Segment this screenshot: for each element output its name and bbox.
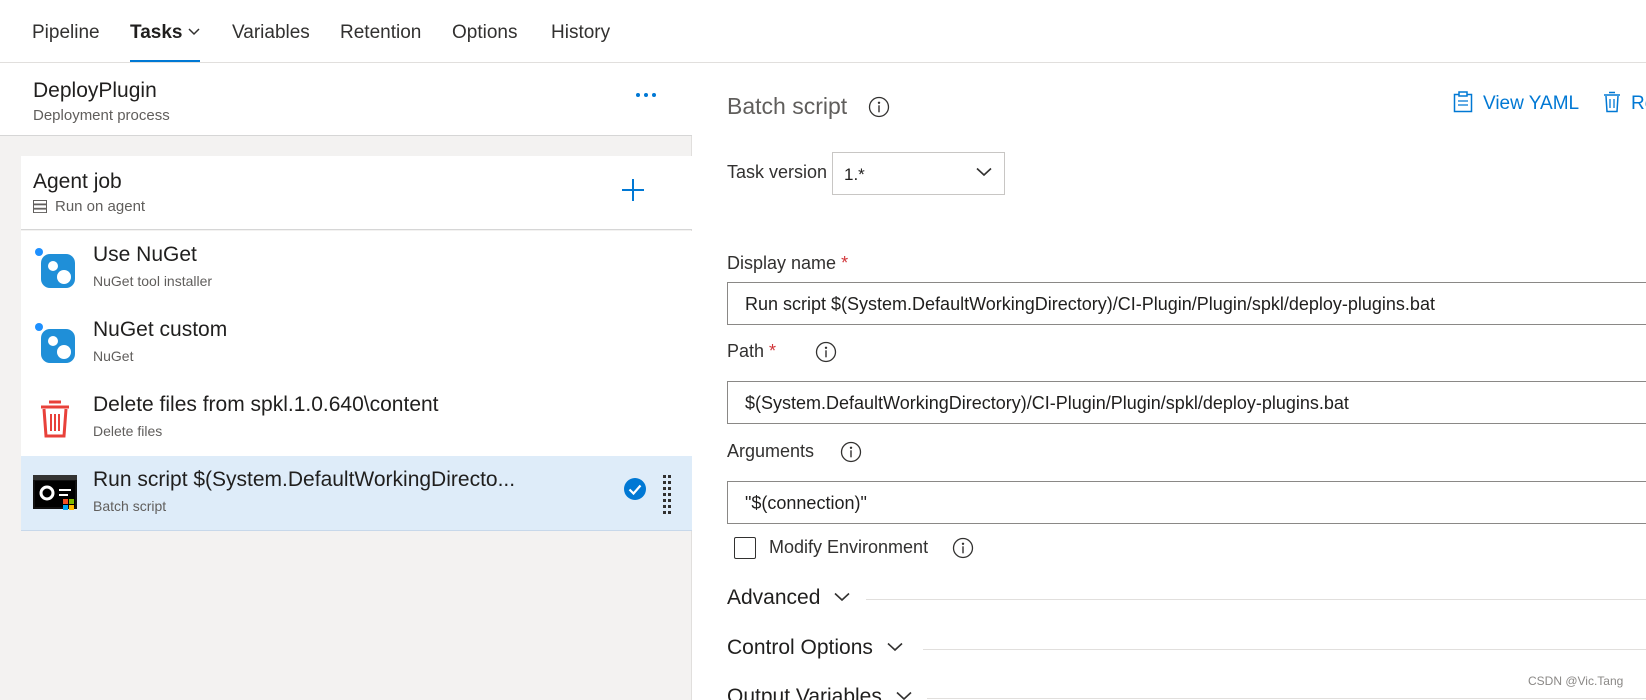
task-item-run-script[interactable]: Run script $(System.DefaultWorkingDirect… [21, 456, 692, 531]
chevron-down-icon [976, 167, 992, 177]
task-item-use-nuget[interactable]: Use NuGet NuGet tool installer [21, 231, 692, 306]
display-name-field[interactable]: Run script $(System.DefaultWorkingDirect… [727, 282, 1646, 325]
more-options-button[interactable] [632, 85, 660, 105]
required-mark: * [841, 253, 849, 273]
remove-label: Re [1631, 93, 1646, 114]
clipboard-icon [1453, 91, 1473, 113]
tab-variables-label: Variables [232, 22, 310, 43]
info-icon[interactable] [840, 441, 862, 463]
tab-retention[interactable]: Retention [340, 22, 421, 62]
tab-history[interactable]: History [551, 22, 610, 62]
path-label-text: Path [727, 341, 765, 361]
agent-job[interactable]: Agent job Run on agent [21, 156, 692, 230]
tab-retention-label: Retention [340, 22, 422, 43]
drag-handle-icon[interactable] [662, 474, 672, 514]
task-type: Delete files [93, 423, 163, 439]
tab-variables[interactable]: Variables [232, 22, 310, 62]
agent-job-title: Agent job [33, 170, 122, 193]
advanced-section-title: Advanced [727, 586, 850, 610]
task-version-label: Task version [727, 162, 828, 182]
control-options-section[interactable]: Control Options [727, 636, 1646, 664]
control-options-section-title: Control Options [727, 636, 903, 660]
chevron-down-icon [834, 592, 850, 602]
remove-button[interactable]: Re [1603, 91, 1646, 115]
task-name: Run script $(System.DefaultWorkingDirect… [93, 468, 516, 491]
section-divider [866, 599, 1646, 600]
info-icon[interactable] [868, 96, 890, 118]
trash-icon [41, 400, 69, 438]
process-header[interactable]: DeployPlugin Deployment process [0, 63, 692, 136]
chevron-down-icon [896, 691, 912, 700]
modify-environment-checkbox[interactable] [734, 537, 756, 559]
server-icon [33, 200, 47, 213]
details-title: Batch script [727, 93, 848, 119]
tab-pipeline-label: Pipeline [32, 22, 100, 43]
tab-pipeline[interactable]: Pipeline [32, 22, 100, 62]
control-options-label: Control Options [727, 636, 873, 659]
task-version-value: 1.* [844, 165, 865, 184]
output-variables-section[interactable]: Output Variables [727, 685, 1646, 700]
chevron-down-icon [188, 28, 200, 36]
task-type: Batch script [93, 498, 167, 514]
section-divider [927, 698, 1646, 699]
watermark: CSDN @Vic.Tang [1528, 674, 1624, 688]
agent-job-subtitle-text: Run on agent [55, 198, 146, 215]
display-name-label-text: Display name [727, 253, 837, 273]
display-name-value: Run script $(System.DefaultWorkingDirect… [745, 294, 1435, 314]
nuget-icon [35, 323, 75, 363]
info-icon[interactable] [952, 537, 974, 559]
task-version-select[interactable]: 1.* [832, 152, 1005, 195]
task-name: NuGet custom [93, 318, 228, 341]
output-variables-label: Output Variables [727, 685, 882, 700]
top-tab-bar: Pipeline Tasks Variables Retention Optio… [0, 0, 1646, 63]
task-name: Use NuGet [93, 243, 197, 266]
tab-history-label: History [551, 22, 611, 43]
info-icon[interactable] [815, 341, 837, 363]
nuget-icon [35, 248, 75, 288]
process-subtitle: Deployment process [33, 107, 170, 124]
output-variables-section-title: Output Variables [727, 685, 912, 700]
tab-options[interactable]: Options [452, 22, 517, 62]
advanced-label: Advanced [727, 586, 821, 609]
process-title: DeployPlugin [33, 79, 157, 102]
arguments-label: Arguments [727, 441, 815, 461]
modify-environment-label: Modify Environment [769, 537, 929, 557]
section-divider [923, 649, 1646, 650]
chevron-down-icon [887, 642, 903, 652]
arguments-field[interactable]: "$(connection)" [727, 481, 1646, 524]
task-name: Delete files from spkl.1.0.640\content [93, 393, 439, 416]
tab-tasks-label: Tasks [130, 22, 183, 43]
path-field[interactable]: $(System.DefaultWorkingDirectory)/CI-Plu… [727, 381, 1646, 424]
display-name-label: Display name * [727, 253, 848, 274]
arguments-value: "$(connection)" [745, 493, 867, 513]
trash-icon [1604, 91, 1620, 113]
view-yaml-button[interactable]: View YAML [1453, 91, 1579, 115]
tab-tasks[interactable]: Tasks [130, 22, 201, 62]
task-type: NuGet [93, 348, 134, 364]
advanced-section[interactable]: Advanced [727, 586, 1646, 614]
task-item-delete-files[interactable]: Delete files from spkl.1.0.640\content D… [21, 381, 692, 456]
path-value: $(System.DefaultWorkingDirectory)/CI-Plu… [745, 393, 1349, 413]
view-yaml-label: View YAML [1483, 93, 1580, 114]
batch-script-icon [33, 475, 77, 510]
task-item-nuget-custom[interactable]: NuGet custom NuGet [21, 306, 692, 381]
task-details-panel: Batch script View YAML Re Task version 1… [693, 63, 1646, 700]
check-circle-icon [624, 478, 646, 500]
tab-options-label: Options [452, 22, 518, 43]
agent-job-subtitle: Run on agent [33, 198, 145, 215]
required-mark: * [769, 341, 777, 361]
add-task-icon[interactable] [619, 176, 647, 204]
task-type: NuGet tool installer [93, 273, 213, 289]
process-panel: DeployPlugin Deployment process Agent jo… [0, 63, 692, 700]
path-label: Path * [727, 341, 776, 362]
